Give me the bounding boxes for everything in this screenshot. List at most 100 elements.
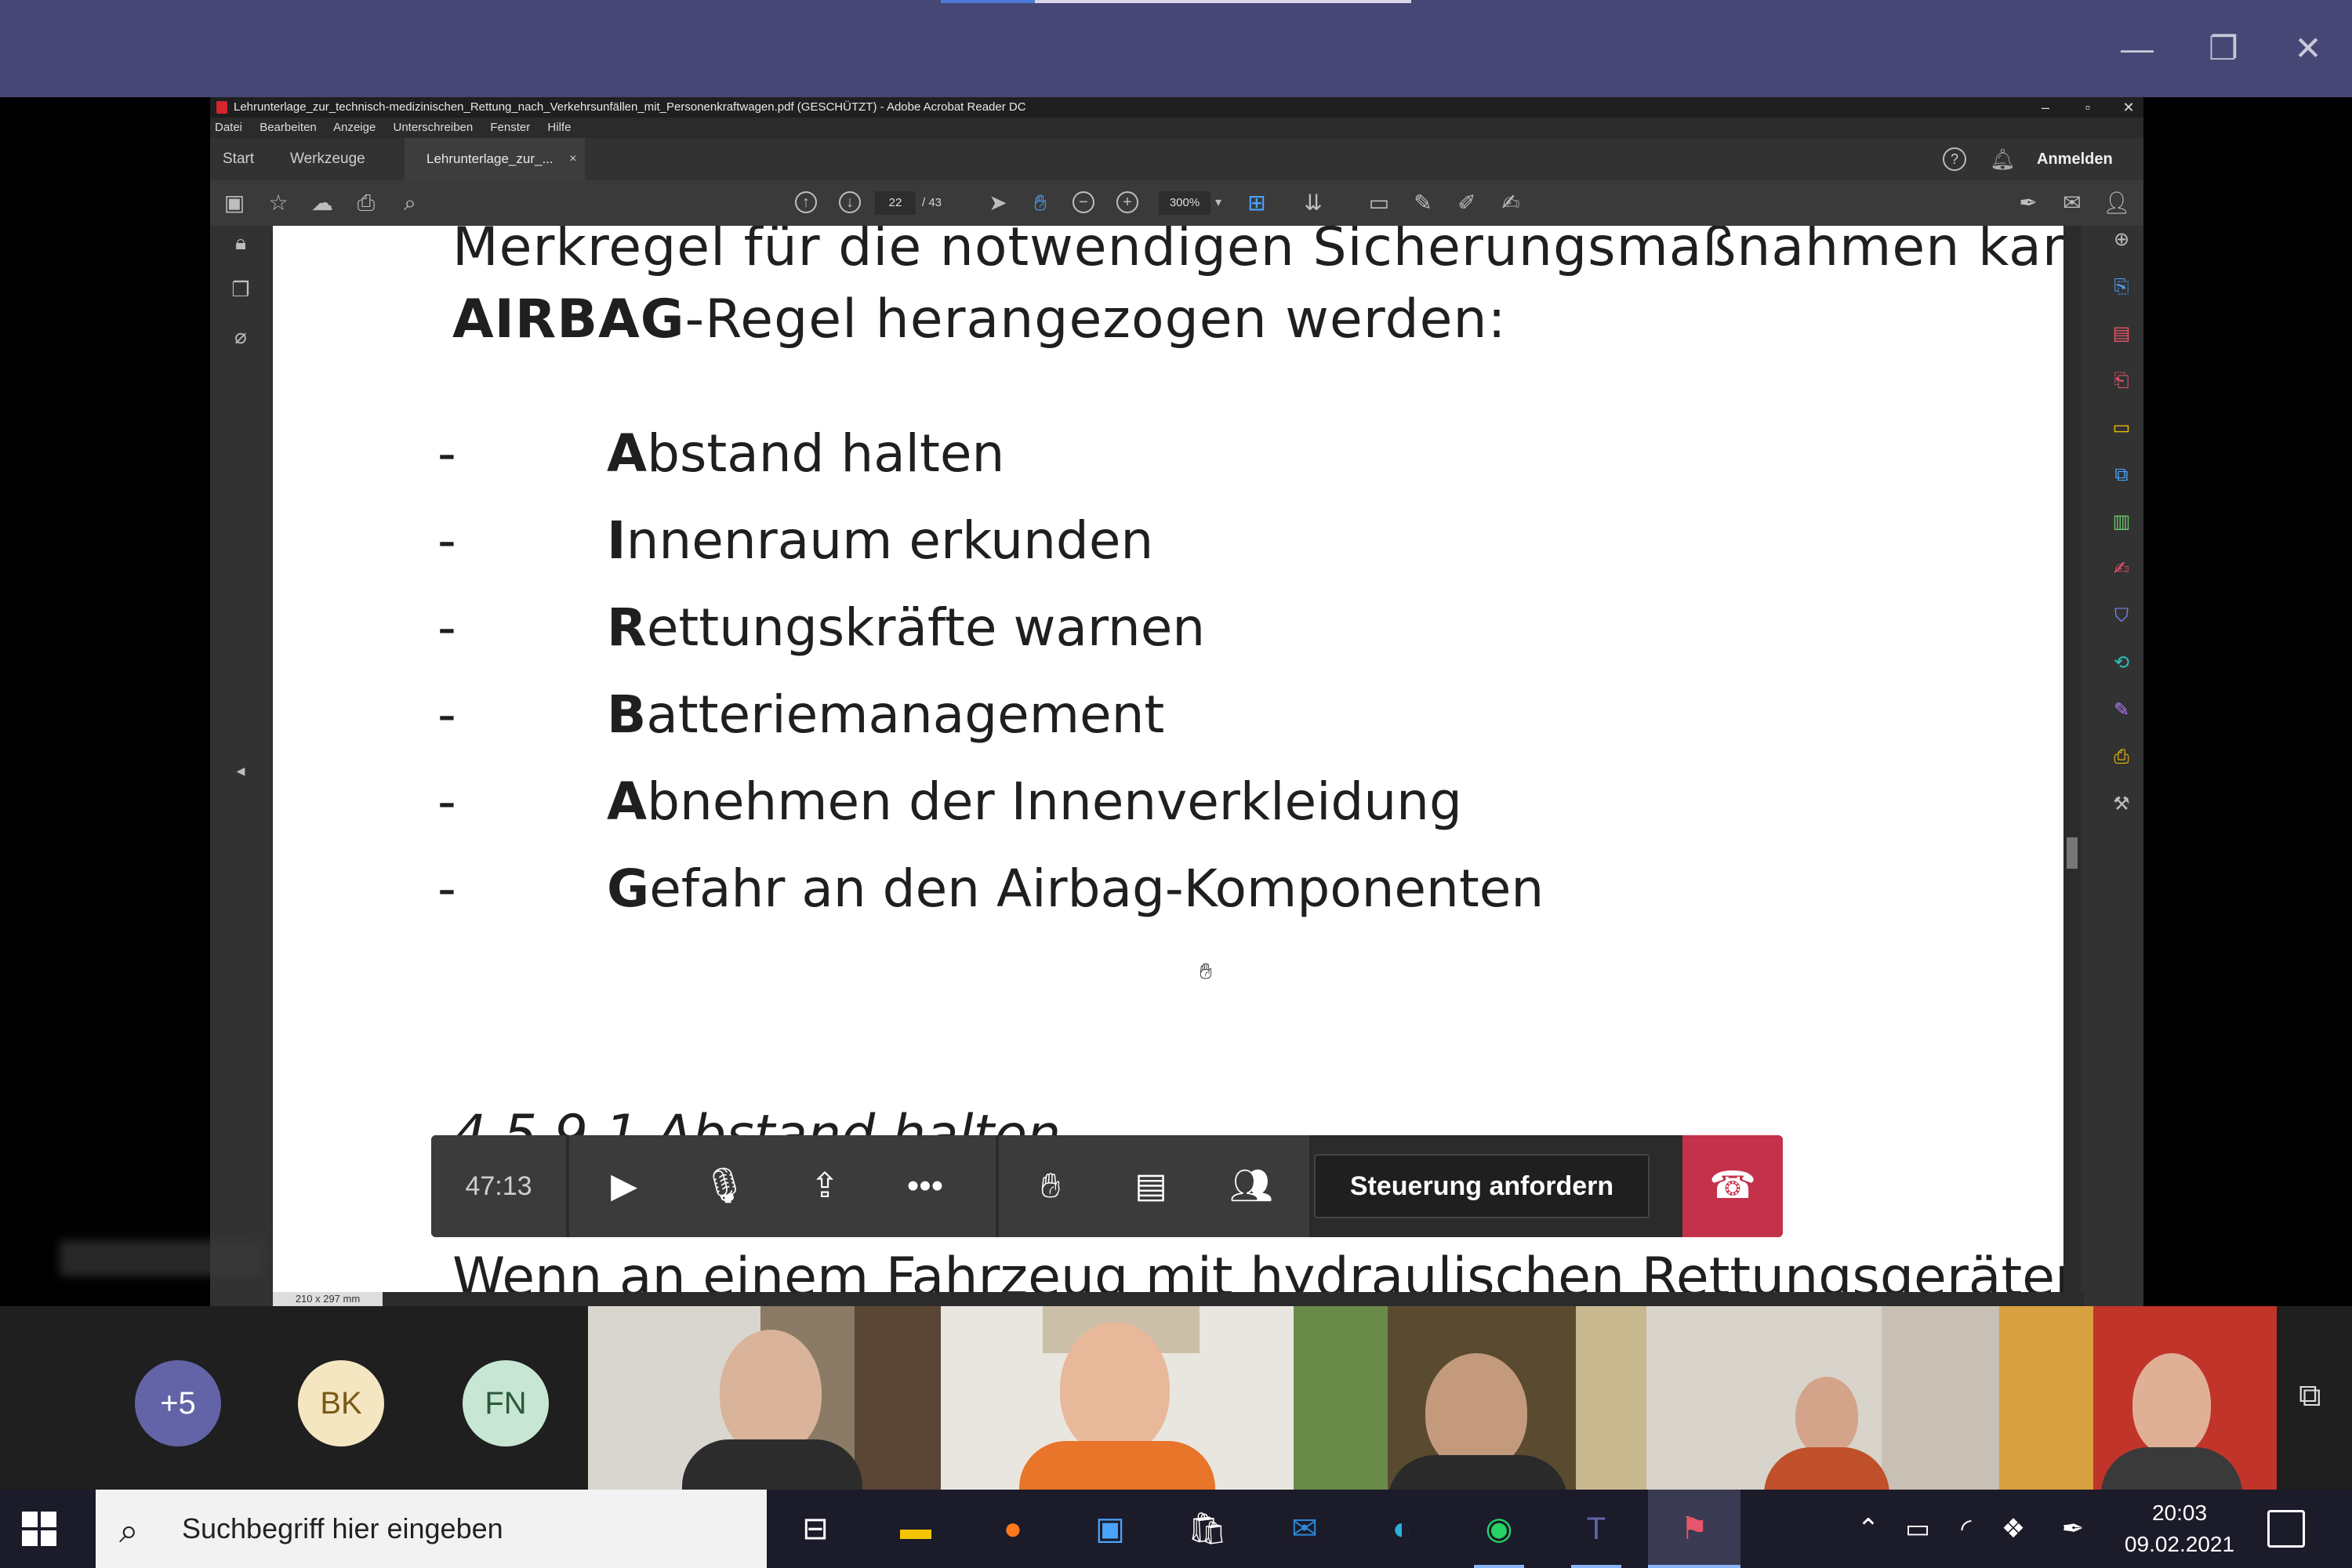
notification-center-icon[interactable] [2267, 1510, 2305, 1548]
page-scrollbar[interactable] [2063, 226, 2081, 1292]
enhance-scan-icon[interactable]: ⟲ [2109, 651, 2134, 676]
acrobat-restore-icon[interactable]: ▫ [2070, 97, 2106, 118]
menu-unterschreiben[interactable]: Unterschreiben [394, 121, 474, 134]
fill-sign-tool-icon[interactable]: ✍ [2109, 557, 2134, 582]
organize-pages-icon[interactable]: ▤ [2109, 321, 2134, 347]
prev-page-icon[interactable]: ↑ [795, 191, 817, 213]
page-number-input[interactable]: 22 [875, 191, 916, 215]
export-pdf-icon[interactable]: ⎘ [2109, 274, 2134, 299]
save-icon[interactable]: ▣ [221, 190, 248, 216]
cloud-upload-icon[interactable]: ☁ [309, 190, 336, 216]
send-for-review-icon[interactable]: ⎙ [2109, 745, 2134, 770]
pop-out-video-icon[interactable]: ⧉ [2299, 1378, 2321, 1414]
microphone-icon[interactable]: 🎙︎ [699, 1161, 750, 1211]
attachment-icon[interactable]: ⌀ [229, 325, 252, 348]
scrollbar-thumb[interactable] [2067, 837, 2078, 869]
firefox-icon[interactable]: ● [988, 1504, 1038, 1554]
pen-icon[interactable]: ✒ [2049, 1490, 2096, 1568]
zoom-out-icon[interactable]: − [1073, 191, 1094, 213]
bell-icon[interactable]: 🔔︎ [1990, 138, 2016, 180]
share-user-icon[interactable]: 👤︎ [2103, 190, 2131, 216]
whatsapp-icon[interactable]: ◉ [1474, 1504, 1524, 1554]
request-control-button[interactable]: Steuerung anfordern [1314, 1154, 1650, 1218]
participant-video[interactable] [1294, 1306, 1646, 1490]
comment-icon[interactable]: ▭ [1366, 190, 1392, 216]
acrobat-close-icon[interactable]: ✕ [2111, 97, 2143, 118]
zoom-in-icon[interactable]: + [1116, 191, 1138, 213]
hang-up-button[interactable]: ☎ [1682, 1135, 1783, 1237]
taskbar-search-box[interactable]: ⌕ Suchbegriff hier eingeben [96, 1490, 767, 1568]
participant-video[interactable] [941, 1306, 1294, 1490]
participants-icon[interactable]: 👥︎ [1226, 1161, 1276, 1211]
help-icon[interactable]: ? [1943, 147, 1966, 171]
minimize-button[interactable]: — [2106, 24, 2169, 74]
zoom-level-input[interactable]: 300% [1159, 191, 1210, 215]
sign-icon[interactable]: ✒ [2015, 190, 2042, 216]
compress-icon[interactable]: ▥ [2109, 510, 2134, 535]
edge-icon[interactable]: ◐ [1377, 1504, 1427, 1554]
pages-icon[interactable]: ❐ [229, 278, 252, 301]
create-pdf-icon[interactable]: ⎗ [2109, 368, 2134, 394]
print-icon[interactable]: ⎙ [353, 190, 379, 216]
overflow-participants-badge[interactable]: +5 [135, 1360, 221, 1446]
draw-icon[interactable]: ✐ [1454, 190, 1480, 216]
close-button[interactable]: ✕ [2277, 24, 2339, 74]
camera-icon[interactable]: ▶ [599, 1161, 649, 1211]
participant-video[interactable] [1646, 1306, 1999, 1490]
more-tools-icon[interactable]: ⚒ [2109, 792, 2134, 817]
mail-icon[interactable]: ✉ [2059, 190, 2085, 216]
mail-app-icon[interactable]: ✉ [1279, 1504, 1330, 1554]
participant-avatar-bk[interactable]: BK [298, 1360, 384, 1446]
wifi-icon[interactable]: ◜ [1944, 1490, 1988, 1568]
tab-document[interactable]: Lehrunterlage_zur_... × [405, 138, 585, 180]
participant-video[interactable] [1999, 1306, 2277, 1490]
star-icon[interactable]: ☆ [265, 190, 292, 216]
combine-files-icon[interactable]: ⧉ [2109, 463, 2134, 488]
menu-bearbeiten[interactable]: Bearbeiten [260, 121, 317, 134]
next-page-icon[interactable]: ↓ [839, 191, 861, 213]
participant-video[interactable] [588, 1306, 941, 1490]
tray-overflow-icon[interactable]: ⌃ [1849, 1490, 1888, 1568]
protect-icon[interactable]: ⛉ [2109, 604, 2134, 629]
menu-anzeige[interactable]: Anzeige [333, 121, 376, 134]
restore-button[interactable]: ❐ [2192, 24, 2255, 74]
airbag-bold: AIRBAG [452, 289, 685, 350]
pdf-line-2: AIRBAG-Regel herangezogen werden: [452, 289, 1507, 350]
comment-tool-icon[interactable]: ▭ [2109, 416, 2134, 441]
tab-werkzeuge[interactable]: Werkzeuge [290, 138, 365, 180]
search-zoom-icon[interactable]: ⌕ [397, 190, 423, 216]
acrobat-taskbar-button[interactable]: ⚑ [1648, 1490, 1740, 1568]
lock-icon[interactable]: 🔒︎ [229, 230, 252, 254]
control-panel-icon[interactable]: ▣ [1085, 1504, 1135, 1554]
request-signature-icon[interactable]: ✎ [2109, 698, 2134, 723]
windows-start-button[interactable] [22, 1512, 56, 1546]
chat-icon[interactable]: ▤ [1126, 1161, 1176, 1211]
fill-sign-icon[interactable]: ✍ [1497, 190, 1524, 216]
fit-page-icon[interactable]: ⊞ [1243, 190, 1270, 216]
left-panel-toggle-icon[interactable]: ◀ [229, 759, 252, 782]
scroll-mode-icon[interactable]: ⇊ [1300, 190, 1327, 216]
task-view-icon[interactable]: ⊟ [790, 1504, 840, 1554]
menu-datei[interactable]: Datei [215, 121, 242, 134]
zoom-dropdown-icon[interactable]: ▾ [1210, 190, 1226, 216]
select-pointer-icon[interactable]: ➤ [985, 190, 1011, 216]
file-explorer-icon[interactable]: ▬ [891, 1504, 941, 1554]
share-screen-icon[interactable]: ⇪ [800, 1161, 850, 1211]
login-button[interactable]: Anmelden [2037, 138, 2113, 180]
store-icon[interactable]: 🛍︎ [1182, 1504, 1232, 1554]
acrobat-minimize-icon[interactable]: – [2027, 97, 2063, 118]
zoom-tool-icon[interactable]: ⊕ [2109, 227, 2134, 252]
highlight-icon[interactable]: ✎ [1410, 190, 1436, 216]
tab-close-icon[interactable]: × [569, 138, 576, 180]
dropbox-icon[interactable]: ❖ [1991, 1490, 2035, 1568]
menu-hilfe[interactable]: Hilfe [547, 121, 571, 134]
raise-hand-icon[interactable]: ✋︎ [1025, 1161, 1076, 1211]
hand-tool-icon[interactable]: ✋︎ [1027, 190, 1054, 216]
tab-start[interactable]: Start [223, 138, 254, 180]
battery-icon[interactable]: ▭ [1896, 1490, 1940, 1568]
participant-avatar-fn[interactable]: FN [463, 1360, 549, 1446]
more-options-icon[interactable]: ••• [900, 1161, 950, 1211]
taskbar-clock[interactable]: 20:03 09.02.2021 [2117, 1497, 2242, 1560]
teams-icon[interactable]: T [1571, 1504, 1621, 1554]
menu-fenster[interactable]: Fenster [490, 121, 530, 134]
